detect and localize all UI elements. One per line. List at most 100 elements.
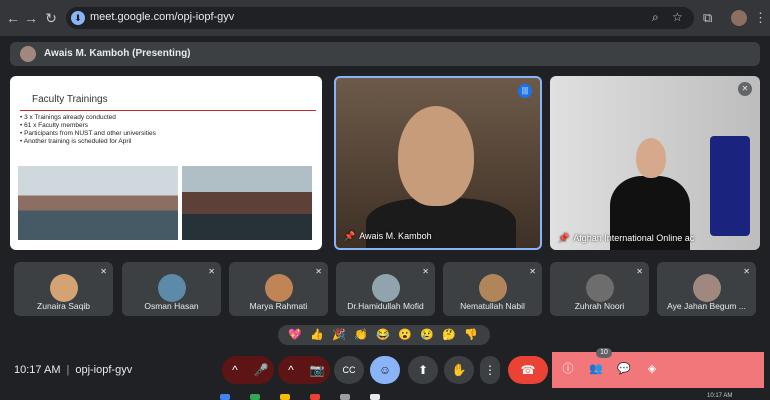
camera-control[interactable]: ^ 📷 [278, 356, 330, 384]
person-face [398, 106, 474, 206]
taskbar-app-icon[interactable] [310, 394, 320, 400]
audio-level-icon: ||| [518, 84, 532, 98]
participant-name: Osman Hasan [144, 301, 199, 311]
mic-off-icon: ✕ [738, 82, 752, 96]
presenter-bar: Awais M. Kamboh (Presenting) [10, 42, 760, 66]
participant-tile[interactable]: ✕ Osman Hasan [122, 262, 221, 316]
pin-icon[interactable]: 📌 [558, 233, 569, 244]
slide-bullet: Participants from NUST and other univers… [20, 130, 160, 138]
taskbar-clock: 10:17 AM [707, 393, 733, 399]
star-icon[interactable]: ☆ [672, 10, 683, 24]
avatar [372, 274, 400, 302]
presenter-label: Awais M. Kamboh (Presenting) [44, 48, 191, 59]
avatar [693, 274, 721, 302]
zoom-icon[interactable]: ⌕ [652, 10, 659, 25]
participant-name: Zunaira Saqib [37, 301, 90, 311]
chat-icon[interactable]: 💬 [616, 361, 632, 377]
tile-name: 📌 Afghan International Online ac [558, 233, 694, 244]
taskbar-app-icon[interactable] [370, 394, 380, 400]
participant-tile[interactable]: ✕ Marya Rahmati [229, 262, 328, 316]
leave-call-button[interactable]: ☎ [508, 356, 548, 384]
slide-bullet: 3 x Trainings already conducted [20, 114, 160, 122]
people-icon[interactable]: 👥 [588, 361, 604, 377]
participant-count-badge: 10 [596, 348, 612, 358]
taskbar-app-icon[interactable] [280, 394, 290, 400]
clap-reaction-icon[interactable]: 👏 [350, 325, 372, 345]
laugh-reaction-icon[interactable]: 😂 [372, 325, 394, 345]
taskbar [0, 392, 770, 400]
avatar [20, 46, 36, 62]
chevron-up-icon[interactable]: ^ [222, 356, 248, 384]
reload-icon[interactable]: ↻ [42, 9, 60, 27]
flag [710, 136, 750, 236]
reaction-button[interactable]: ☺ [370, 356, 400, 384]
more-options-button[interactable]: ⋮ [480, 356, 500, 384]
back-icon[interactable]: ← [4, 9, 22, 27]
info-icon[interactable]: ⓘ [560, 361, 576, 377]
mic-off-icon[interactable]: 🎤 [248, 356, 274, 384]
avatar [158, 274, 186, 302]
thumbs-up-reaction-icon[interactable]: 👍 [306, 325, 328, 345]
mic-off-icon: ✕ [636, 267, 643, 276]
sad-reaction-icon[interactable]: 😢 [416, 325, 438, 345]
avatar [50, 274, 78, 302]
profile-avatar[interactable] [731, 10, 747, 26]
participant-name: Nematullah Nabil [460, 301, 525, 311]
participant-tile[interactable]: ✕ Dr.Hamidullah Mofid [336, 262, 435, 316]
thumbs-down-reaction-icon[interactable]: 👎 [460, 325, 482, 345]
video-tile-participant[interactable]: ✕ 📌 Afghan International Online ac [550, 76, 760, 250]
site-info-icon[interactable]: ⬇ [71, 11, 85, 25]
mic-off-icon: ✕ [422, 267, 429, 276]
heart-reaction-icon[interactable]: 💖 [284, 325, 306, 345]
party-reaction-icon[interactable]: 🎉 [328, 325, 350, 345]
participant-tile[interactable]: ✕ Zunaira Saqib [14, 262, 113, 316]
taskbar-app-icon[interactable] [250, 394, 260, 400]
address-bar[interactable]: ⬇ meet.google.com/opj-iopf-gyv ⌕ ☆ [66, 7, 694, 29]
participant-tile[interactable]: ✕ Zuhrah Noori [550, 262, 649, 316]
captions-button[interactable]: CC [334, 356, 364, 384]
avatar [586, 274, 614, 302]
slide-bullets: 3 x Trainings already conducted 61 x Fac… [20, 114, 160, 146]
participant-name: Marya Rahmati [249, 301, 308, 311]
person-face [636, 138, 666, 178]
avatar [265, 274, 293, 302]
mic-off-icon: ✕ [743, 267, 750, 276]
participant-tile[interactable]: ✕ Nematullah Nabil [443, 262, 542, 316]
forward-icon[interactable]: → [22, 9, 40, 27]
mic-off-icon: ✕ [315, 267, 322, 276]
taskbar-app-icon[interactable] [340, 394, 350, 400]
chevron-up-icon[interactable]: ^ [278, 356, 304, 384]
group-photo [18, 166, 178, 240]
mic-off-icon: ✕ [208, 267, 215, 276]
slide-bullet: Another training is scheduled for April [20, 138, 160, 146]
mic-off-icon: ✕ [100, 267, 107, 276]
participant-tile[interactable]: ✕ Aye Jahan Begum ... [657, 262, 756, 316]
camera-off-icon[interactable]: 📷 [304, 356, 330, 384]
slide-title: Faculty Trainings [32, 94, 108, 105]
activities-icon[interactable]: ◈ [644, 361, 660, 377]
participant-name: Aye Jahan Begum ... [667, 301, 746, 311]
group-photo [182, 166, 312, 240]
mic-off-icon: ✕ [529, 267, 536, 276]
raise-hand-button[interactable]: ✋ [444, 356, 474, 384]
browser-toolbar: ← → ↻ ⬇ meet.google.com/opj-iopf-gyv ⌕ ☆… [0, 0, 770, 36]
separator: | [66, 364, 70, 376]
presentation-tile[interactable]: Faculty Trainings 3 x Trainings already … [10, 76, 322, 250]
taskbar-app-icon[interactable] [220, 394, 230, 400]
reactions-bar: 💖 👍 🎉 👏 😂 😮 😢 🤔 👎 [278, 325, 490, 345]
video-tile-speaker[interactable]: ||| 📌 Awais M. Kamboh [334, 76, 542, 250]
surprised-reaction-icon[interactable]: 😮 [394, 325, 416, 345]
slide-divider [20, 110, 316, 111]
extension-icon[interactable]: ⧉ [703, 10, 712, 26]
speaker-name: Awais M. Kamboh [359, 231, 432, 241]
present-button[interactable]: ⬆ [408, 356, 438, 384]
side-panel-toolbar: ⓘ 👥 💬 ◈ [552, 352, 764, 388]
thinking-reaction-icon[interactable]: 🤔 [438, 325, 460, 345]
mic-control[interactable]: ^ 🎤 [222, 356, 274, 384]
more-icon[interactable]: ⋮ [754, 10, 767, 26]
url-text[interactable]: meet.google.com/opj-iopf-gyv [90, 11, 234, 23]
pin-icon[interactable]: 📌 [344, 231, 355, 242]
meeting-info: 10:17 AM | opj-iopf-gyv [14, 364, 132, 376]
slide-bullet: 61 x Faculty members [20, 122, 160, 130]
participant-name: Afghan International Online ac [573, 233, 695, 243]
